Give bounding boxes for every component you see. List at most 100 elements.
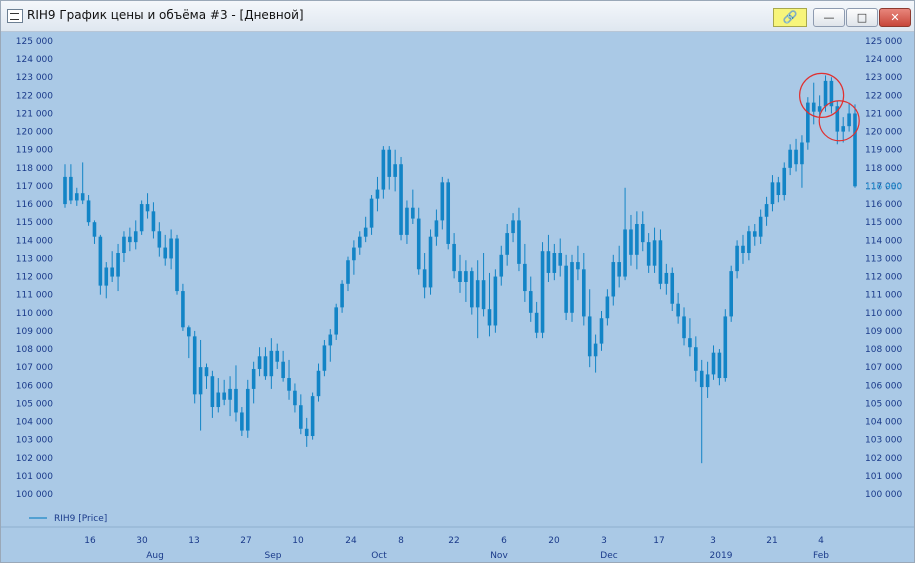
minimize-button[interactable]: —: [813, 8, 845, 27]
candle-body: [493, 276, 498, 326]
candle-body: [210, 376, 215, 408]
candle-body: [381, 149, 386, 190]
candle-body: [487, 309, 492, 326]
candle-body: [823, 80, 828, 107]
candle-body: [475, 280, 480, 308]
candle-body: [853, 113, 857, 187]
candle-body: [617, 262, 621, 277]
candle-body: [670, 272, 675, 304]
candle-body: [80, 193, 85, 201]
y-tick-label-left: 115 000: [16, 218, 53, 228]
y-tick-label-left: 105 000: [16, 399, 53, 409]
y-tick-label-right: 113 000: [865, 254, 902, 264]
candle-body: [245, 388, 250, 431]
title-bar[interactable]: RIH9 График цены и объёма #3 - [Дневной]…: [1, 1, 914, 32]
y-axis-left: 125 000 124 000 123 000 122 000 121 000 120 0…: [16, 37, 53, 500]
candle-body: [788, 149, 792, 168]
x-tick-label: 22: [448, 536, 459, 546]
candle-body: [688, 338, 692, 348]
maximize-button[interactable]: □: [846, 8, 878, 27]
close-button[interactable]: ✕: [879, 8, 911, 27]
candle-body: [446, 182, 451, 244]
x-month-label: Aug: [146, 551, 164, 561]
minimize-icon: —: [823, 11, 835, 24]
candle-body: [800, 142, 804, 165]
x-month-label: Feb: [813, 551, 829, 561]
x-axis: 16 30 13 27 10 24 8 22 6 20 3 17 3 21 4 Aug Sep Oct Nov Dec…: [1, 526, 914, 561]
candle-body: [464, 271, 468, 282]
y-axis-right: 125 000 124 000 123 000 122 000 121 000 120 0…: [865, 37, 902, 500]
candle-body: [682, 316, 686, 339]
candle-body: [440, 182, 445, 221]
y-tick-label-right: 115 000: [865, 218, 902, 228]
candle-body: [623, 229, 627, 277]
candle-body: [694, 347, 698, 371]
candle-body: [192, 336, 197, 395]
price-chart[interactable]: 125 000 124 000 123 000 122 000 121 000 120 0…: [1, 31, 914, 562]
y-tick-label-left: 103 000: [16, 436, 53, 446]
candle-body: [322, 345, 327, 371]
candle-body: [375, 189, 380, 199]
y-tick-label-right: 123 000: [865, 73, 902, 83]
candle-body: [151, 211, 156, 232]
candle-body: [310, 396, 315, 437]
candle-body: [340, 283, 344, 308]
candle-body: [558, 253, 563, 266]
candle-body: [269, 350, 274, 377]
candle-body: [570, 262, 574, 313]
candle-body: [452, 243, 456, 272]
x-month-label: Nov: [490, 551, 508, 561]
candle-body: [564, 265, 568, 313]
candle-body: [770, 182, 775, 205]
candle-body: [187, 327, 191, 337]
link-icon: 🔗: [782, 10, 798, 24]
y-tick-label-left: 112 000: [16, 273, 53, 283]
y-tick-label-left: 117 000: [16, 182, 53, 192]
y-tick-label-right: 114 000: [865, 236, 902, 246]
candle-body: [228, 388, 232, 400]
candle-body: [552, 253, 557, 273]
y-tick-label-right: 101 000: [865, 472, 902, 482]
link-button[interactable]: 🔗: [773, 8, 807, 27]
y-tick-label-left: 122 000: [16, 91, 53, 101]
candle-body: [222, 392, 226, 400]
candle-body: [517, 220, 521, 264]
candle-body: [204, 367, 209, 377]
candle-body: [782, 167, 787, 196]
candle-body: [86, 200, 91, 223]
y-tick-label-right: 108 000: [865, 345, 902, 355]
y-tick-label-left: 113 000: [16, 254, 53, 264]
y-tick-label-right: 100 000: [865, 490, 902, 500]
y-tick-label-right: 119 000: [865, 146, 902, 156]
candle-body: [181, 291, 185, 328]
y-tick-label-right: 105 000: [865, 399, 902, 409]
candle-body: [735, 245, 739, 272]
candle-body: [116, 253, 120, 277]
candle-body: [416, 218, 421, 270]
candle-body: [528, 291, 533, 313]
y-tick-label-right: 124 000: [865, 55, 902, 65]
candle-body: [758, 216, 763, 237]
candle-body: [841, 126, 846, 132]
x-tick-label: 10: [292, 536, 304, 546]
candle-body: [405, 207, 409, 235]
candle-body: [263, 356, 268, 377]
candle-body: [328, 334, 333, 346]
x-tick-label: 4: [818, 536, 824, 546]
candle-body: [104, 267, 109, 286]
candle-body: [664, 272, 669, 284]
y-tick-label-right: 116 000: [865, 200, 902, 210]
candle-body: [652, 240, 657, 266]
y-tick-label-left: 109 000: [16, 327, 53, 337]
candle-body: [69, 176, 73, 201]
candle-body: [847, 113, 851, 127]
y-tick-label-left: 119 000: [16, 146, 53, 156]
candle-body: [640, 224, 645, 243]
y-tick-label-right: 125 000: [865, 37, 902, 47]
legend-label: RIH9 [Price]: [54, 514, 107, 524]
candle-body: [234, 388, 238, 413]
candle-body: [605, 296, 610, 319]
x-tick-label: 6: [501, 536, 507, 546]
close-icon: ✕: [890, 11, 900, 24]
x-tick-label: 3: [601, 536, 607, 546]
